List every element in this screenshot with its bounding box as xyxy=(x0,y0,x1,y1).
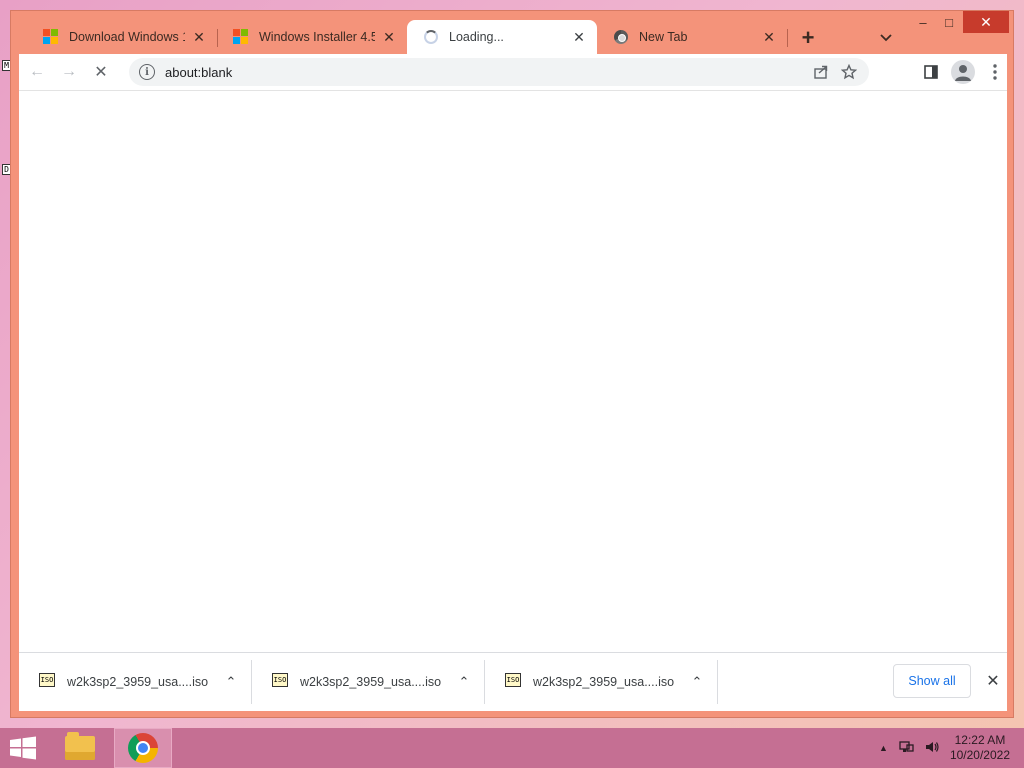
iso-file-icon: ISO xyxy=(505,673,521,687)
share-button[interactable] xyxy=(807,58,835,86)
clock[interactable]: 12:22 AM 10/20/2022 xyxy=(950,733,1010,763)
tab-title: Download Windows 10 xyxy=(69,30,185,44)
page-content[interactable] xyxy=(19,90,1007,652)
tab-windows-installer[interactable]: Windows Installer 4.5 is ✕ xyxy=(217,20,407,54)
share-icon xyxy=(814,65,828,79)
file-explorer-taskbar-button[interactable] xyxy=(56,728,104,768)
windows-logo-icon xyxy=(10,736,36,760)
side-panel-icon xyxy=(924,65,938,79)
close-download-shelf-button[interactable]: ✕ xyxy=(981,669,1005,693)
close-window-button[interactable]: ✕ xyxy=(963,11,1009,33)
site-info-icon[interactable]: i xyxy=(139,64,155,80)
back-button[interactable]: ← xyxy=(23,58,51,86)
microsoft-logo-icon xyxy=(43,29,59,45)
tab-download-windows-10[interactable]: Download Windows 10 ✕ xyxy=(27,20,217,54)
loading-spinner-icon xyxy=(423,29,439,45)
chrome-logo-icon xyxy=(128,733,158,763)
close-tab-icon[interactable]: ✕ xyxy=(381,29,397,45)
stop-loading-button[interactable]: ✕ xyxy=(87,58,115,86)
show-hidden-icons-button[interactable]: ▲ xyxy=(879,743,888,753)
forward-button[interactable]: → xyxy=(55,58,83,86)
system-tray: ▲ 12:22 AM 10/20/2022 xyxy=(879,728,1024,768)
download-shelf: ISO w2k3sp2_3959_usa....iso ⌃ ISO w2k3sp… xyxy=(19,652,1007,711)
profile-button[interactable] xyxy=(949,58,977,86)
tab-title: Windows Installer 4.5 is xyxy=(259,30,375,44)
tab-strip: Download Windows 10 ✕ Windows Installer … xyxy=(11,11,1013,56)
chevron-up-icon[interactable]: ⌃ xyxy=(687,674,707,690)
side-panel-button[interactable] xyxy=(917,58,945,86)
chevron-up-icon[interactable]: ⌃ xyxy=(221,674,241,690)
tab-search-button[interactable] xyxy=(873,25,899,51)
show-all-downloads-button[interactable]: Show all xyxy=(893,664,971,698)
download-item[interactable]: ISO w2k3sp2_3959_usa....iso ⌃ xyxy=(485,660,718,704)
chevron-down-icon xyxy=(880,34,892,42)
url-text[interactable]: about:blank xyxy=(165,65,232,80)
new-tab-button[interactable]: + xyxy=(795,25,821,51)
close-tab-icon[interactable]: ✕ xyxy=(191,29,207,45)
chevron-up-icon[interactable]: ⌃ xyxy=(454,674,474,690)
clock-date: 10/20/2022 xyxy=(949,748,1010,762)
chrome-logo-icon xyxy=(613,29,629,45)
browser-window: Download Windows 10 ✕ Windows Installer … xyxy=(10,10,1014,718)
tab-title: Loading... xyxy=(449,30,504,44)
download-filename: w2k3sp2_3959_usa....iso xyxy=(300,675,442,689)
close-tab-icon[interactable]: ✕ xyxy=(571,29,587,45)
download-filename: w2k3sp2_3959_usa....iso xyxy=(533,675,675,689)
tab-separator xyxy=(787,29,788,47)
folder-icon xyxy=(65,732,95,760)
tab-new-tab[interactable]: New Tab ✕ xyxy=(597,20,787,54)
avatar xyxy=(951,60,975,84)
download-item[interactable]: ISO w2k3sp2_3959_usa....iso ⌃ xyxy=(19,660,252,704)
microsoft-logo-icon xyxy=(233,29,249,45)
browser-toolbar: ← → ✕ i about:blank xyxy=(19,54,1007,90)
start-button[interactable] xyxy=(8,736,38,760)
download-item[interactable]: ISO w2k3sp2_3959_usa....iso ⌃ xyxy=(252,660,485,704)
minimize-button[interactable]: ‒ xyxy=(909,11,937,33)
clock-time: 12:22 AM xyxy=(954,733,1006,747)
taskbar: ▲ 12:22 AM 10/20/2022 xyxy=(0,728,1024,768)
address-bar[interactable]: i about:blank xyxy=(129,58,869,86)
chrome-taskbar-button[interactable] xyxy=(114,728,172,768)
close-tab-icon[interactable]: ✕ xyxy=(761,29,777,45)
iso-file-icon: ISO xyxy=(39,673,55,687)
star-icon xyxy=(841,64,857,80)
tab-loading[interactable]: Loading... ✕ xyxy=(407,20,597,54)
maximize-button[interactable]: □ xyxy=(935,11,963,33)
iso-file-icon: ISO xyxy=(272,673,288,687)
volume-icon[interactable] xyxy=(924,740,940,757)
person-icon xyxy=(955,65,971,81)
more-vert-icon xyxy=(993,64,997,80)
tab-title: New Tab xyxy=(639,30,688,44)
menu-button[interactable] xyxy=(981,58,1009,86)
bookmark-button[interactable] xyxy=(835,58,863,86)
network-icon[interactable] xyxy=(898,740,914,757)
download-filename: w2k3sp2_3959_usa....iso xyxy=(67,675,209,689)
